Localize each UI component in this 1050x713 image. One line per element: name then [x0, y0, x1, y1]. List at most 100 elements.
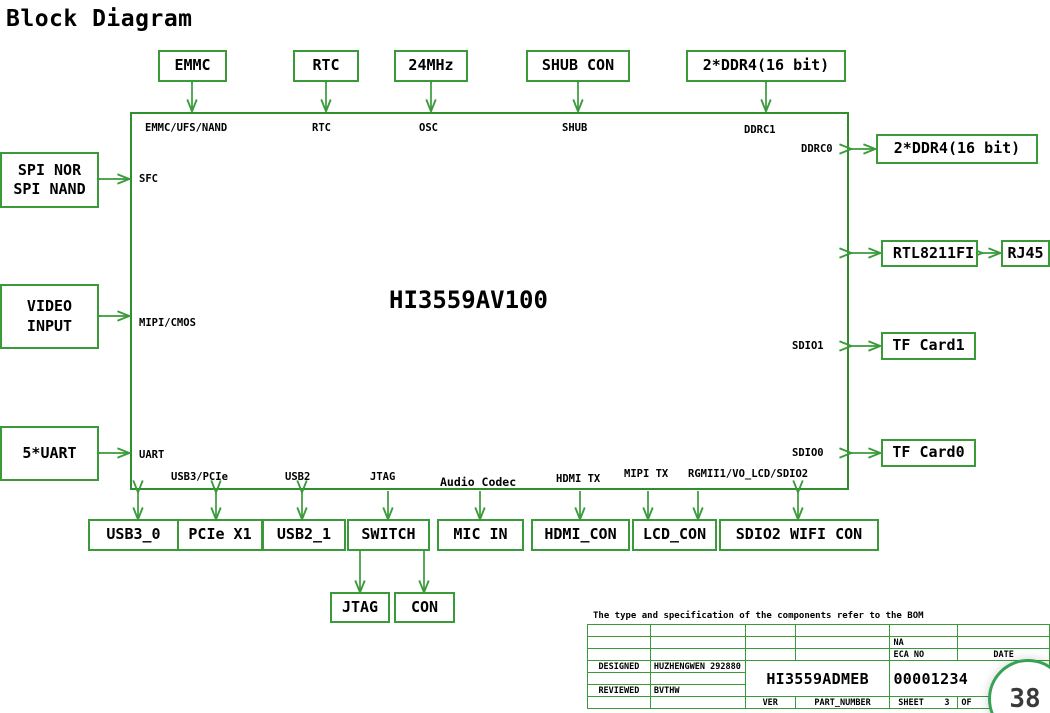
table-row: ECA NO DATE: [587, 648, 1050, 661]
tb-cell-date: DATE: [957, 648, 1050, 661]
tb-cell-empty: [649, 636, 746, 649]
block-sub-jtag[interactable]: JTAG: [330, 592, 390, 623]
block-rtc-label: RTC: [312, 56, 340, 75]
pin-sfc: SFC: [139, 173, 158, 185]
block-mic-in-label: MIC IN: [453, 525, 508, 544]
table-row: DESIGNED HUZHENGWEN 292880 HI3559ADMEB 0…: [587, 660, 1050, 697]
tb-sheet-label: SHEET: [898, 697, 924, 708]
pin-ddrc1: DDRC1: [744, 124, 776, 136]
block-ddr4-right[interactable]: 2*DDR4(16 bit): [876, 134, 1038, 164]
block-hdmi-con[interactable]: HDMI_CON: [531, 519, 630, 551]
tb-cell-empty: [649, 624, 746, 637]
block-rtl8211fi[interactable]: RTL8211FI: [881, 240, 978, 267]
block-sdio2-wifi-con-label: SDIO2 WIFI CON: [735, 525, 863, 544]
block-rtc[interactable]: RTC: [293, 50, 359, 82]
pin-mipi-cmos: MIPI/CMOS: [139, 317, 196, 329]
tb-cell-empty: [587, 624, 651, 637]
pin-audio-codec: Audio Codec: [440, 475, 517, 489]
block-usb3-0-label: USB3_0: [106, 525, 161, 544]
block-switch[interactable]: SWITCH: [347, 519, 430, 551]
tb-cell-eca-no: ECA NO: [889, 648, 959, 661]
block-ddr4-top-label: 2*DDR4(16 bit): [702, 56, 830, 75]
pin-hdmi-tx: HDMI TX: [556, 473, 601, 485]
pin-rgmii1-vo-lcd-sdio2: RGMII1/VO_LCD/SDIO2: [688, 468, 809, 480]
block-switch-label: SWITCH: [361, 525, 416, 544]
block-diagram-canvas: Block Diagram HI3559AV100 EMMC RTC 24MHz…: [0, 0, 1050, 713]
tb-cell-part-number: PART_NUMBER: [794, 696, 891, 709]
block-mic-in[interactable]: MIC IN: [437, 519, 524, 551]
pin-uart: UART: [139, 449, 165, 461]
block-5-uart[interactable]: 5*UART: [0, 426, 99, 481]
block-hdmi-con-label: HDMI_CON: [544, 525, 617, 544]
block-ddr4-top[interactable]: 2*DDR4(16 bit): [686, 50, 846, 82]
sheet-number-badge-label: 38: [1009, 684, 1041, 713]
pin-rtc: RTC: [312, 122, 331, 134]
tb-cell-empty: [587, 636, 651, 649]
block-5-uart-label: 5*UART: [22, 443, 77, 462]
table-row: VER PART_NUMBER SHEET 3 OF 39: [587, 696, 1050, 709]
pin-shub: SHUB: [562, 122, 588, 134]
block-sub-con[interactable]: CON: [394, 592, 455, 623]
block-shub-con[interactable]: SHUB CON: [526, 50, 630, 82]
tb-cell-empty: [744, 624, 796, 637]
tb-cell-empty: [587, 672, 651, 685]
block-lcd-con[interactable]: LCD_CON: [632, 519, 717, 551]
tb-cell-empty: [744, 648, 796, 661]
block-emmc-label: EMMC: [174, 56, 211, 75]
block-lcd-con-label: LCD_CON: [642, 525, 707, 544]
block-ddr4-right-label: 2*DDR4(16 bit): [893, 139, 1021, 158]
tb-of-label: OF: [961, 697, 972, 708]
tb-cell-empty: [744, 636, 796, 649]
pin-sdio1: SDIO1: [792, 340, 824, 352]
block-24mhz[interactable]: 24MHz: [394, 50, 468, 82]
tb-cell-empty: [957, 636, 1050, 649]
block-sdio2-wifi-con[interactable]: SDIO2 WIFI CON: [719, 519, 879, 551]
pin-ddrc0: DDRC0: [801, 143, 833, 155]
block-tf-card0-label: TF Card0: [892, 443, 965, 462]
tb-cell-reviewed-value: BVTHW: [649, 684, 746, 697]
block-input-label: INPUT: [26, 316, 73, 335]
tb-cell-empty: [587, 696, 651, 709]
tb-cell-designed-label: DESIGNED: [587, 660, 651, 673]
block-usb2-1-label: USB2_1: [276, 525, 332, 544]
block-spi-nor-nand[interactable]: SPI NOR SPI NAND: [0, 152, 99, 208]
pin-jtag: JTAG: [370, 471, 396, 483]
block-usb2-1[interactable]: USB2_1: [262, 519, 346, 551]
tb-cell-empty: [649, 672, 746, 685]
pin-mipi-tx: MIPI TX: [624, 468, 669, 480]
pin-emmc-ufs-nand: EMMC/UFS/NAND: [145, 122, 228, 134]
block-sub-con-label: CON: [410, 597, 439, 616]
block-video-input[interactable]: VIDEO INPUT: [0, 284, 99, 349]
block-pcie-x1[interactable]: PCIe X1: [177, 519, 263, 551]
block-shub-con-label: SHUB CON: [541, 56, 615, 75]
block-spi-nor-label: SPI NOR: [17, 160, 82, 179]
title-block-note: The type and specification of the compon…: [593, 611, 924, 621]
block-rj45[interactable]: RJ45: [1001, 240, 1050, 267]
block-pcie-x1-label: PCIe X1: [188, 525, 252, 544]
tb-cell-empty: [889, 624, 959, 637]
block-spi-nand-label: SPI NAND: [13, 180, 86, 198]
page-title: Block Diagram: [6, 6, 193, 32]
block-usb3-0[interactable]: USB3_0: [88, 519, 179, 551]
tb-sheet-num: 3: [944, 697, 950, 708]
tb-cell-empty: [587, 648, 651, 661]
tb-cell-reviewed-label: REVIEWED: [587, 684, 651, 697]
tb-cell-ver: VER: [744, 696, 796, 709]
block-video-label: VIDEO: [26, 297, 73, 315]
pin-sdio0: SDIO0: [792, 447, 824, 459]
table-row: [587, 624, 1050, 637]
block-tf-card1-label: TF Card1: [892, 336, 965, 355]
tb-cell-empty: [649, 648, 746, 661]
block-rtl8211fi-label: RTL8211FI: [892, 243, 975, 262]
block-emmc[interactable]: EMMC: [158, 50, 227, 82]
title-block: NA ECA NO DATE DESIGNED HUZHENGWEN 29288…: [587, 624, 1050, 709]
tb-cell-empty: [649, 696, 746, 709]
tb-cell-empty: [794, 648, 891, 661]
tb-cell-na: NA: [889, 636, 959, 649]
block-tf-card1[interactable]: TF Card1: [881, 332, 976, 360]
tb-cell-designed-value: HUZHENGWEN 292880: [649, 660, 746, 673]
tb-cell-empty: [794, 636, 891, 649]
block-tf-card0[interactable]: TF Card0: [881, 439, 976, 467]
pin-osc: OSC: [419, 122, 438, 134]
block-rj45-label: RJ45: [1007, 243, 1044, 262]
